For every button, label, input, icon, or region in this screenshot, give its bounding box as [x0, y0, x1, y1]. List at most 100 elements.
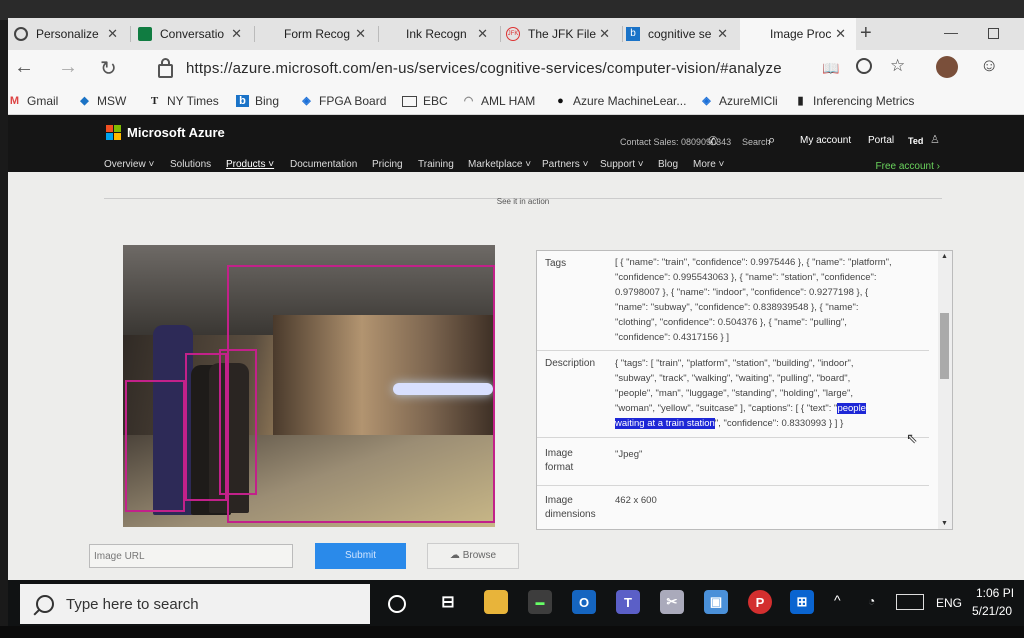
nav-marketplace[interactable]: Marketplace ˅: [468, 159, 531, 170]
monitor-bezel-bottom: [0, 626, 1024, 638]
azure-brand[interactable]: Microsoft Azure: [106, 125, 225, 140]
nav-products[interactable]: Products ˅: [226, 159, 274, 170]
nav-documentation[interactable]: Documentation: [290, 159, 357, 170]
refresh-icon[interactable]: ↻: [100, 56, 117, 81]
bookmark-bing[interactable]: b Bing: [236, 94, 279, 108]
portal-link[interactable]: Portal: [868, 135, 894, 146]
conversation-icon: [138, 27, 152, 41]
nav-overview[interactable]: Overview ˅: [104, 159, 154, 170]
search-icon[interactable]: ⌕: [768, 132, 775, 148]
nav-partners[interactable]: Partners ˅: [542, 159, 588, 170]
browse-button[interactable]: ☁ Browse: [427, 543, 519, 569]
nav-training[interactable]: Training: [418, 159, 454, 170]
new-tab-button[interactable]: +: [860, 22, 872, 45]
maximize-button[interactable]: [988, 28, 999, 39]
snipping-tool-icon[interactable]: ✂: [660, 590, 684, 614]
nav-support[interactable]: Support ˅: [600, 159, 644, 170]
scroll-down-icon[interactable]: ▼: [941, 520, 948, 527]
azure-devops-icon: ◈: [702, 95, 711, 107]
teams-icon[interactable]: T: [616, 590, 640, 614]
bookmarks-bar: M Gmail ◆ MSW T NY Times b Bing ◈ FPGA Board …: [8, 86, 1024, 115]
bookmark-azuremlcli[interactable]: ◈ AzureMICli: [700, 94, 777, 108]
bookmark-inferencing-metrics[interactable]: ▮ Inferencing Metrics: [794, 94, 914, 108]
personalize-icon: [14, 27, 28, 41]
feedback-smiley-icon[interactable]: ☺: [980, 55, 998, 76]
nav-blog[interactable]: Blog: [658, 159, 678, 170]
remote-desktop-icon[interactable]: ▣: [704, 590, 728, 614]
app-icon[interactable]: ▬: [528, 590, 552, 614]
bookmark-ebc[interactable]: EBC: [402, 94, 448, 108]
tab-ink-recognizer[interactable]: Ink Recogn ✕: [384, 18, 498, 50]
close-icon[interactable]: ✕: [477, 26, 488, 42]
powerpoint-icon[interactable]: P: [748, 590, 772, 614]
windows-taskbar: Type here to search ⊟ ▬ O T ✂ ▣ P ⊞ ^ ◔ …: [8, 580, 1024, 626]
tab-conversation[interactable]: Conversatio ✕: [138, 18, 252, 50]
close-icon[interactable]: ✕: [835, 26, 846, 42]
tab-cognitive-search[interactable]: b cognitive se ✕: [626, 18, 738, 50]
favorite-star-icon[interactable]: ☆: [890, 56, 905, 76]
taskbar-search[interactable]: Type here to search: [20, 584, 370, 624]
detection-box: [125, 380, 185, 512]
nytimes-icon: T: [150, 95, 159, 107]
tab-personalize[interactable]: Personalize ✕: [14, 18, 128, 50]
close-icon[interactable]: ✕: [231, 26, 242, 42]
zoom-icon[interactable]: [856, 58, 872, 74]
close-icon[interactable]: ✕: [599, 26, 610, 42]
nav-more[interactable]: More ˅: [693, 159, 724, 170]
url-field[interactable]: https://azure.microsoft.com/en-us/servic…: [186, 60, 782, 77]
bookmark-gmail[interactable]: M Gmail: [8, 94, 58, 108]
cortana-icon[interactable]: [388, 595, 406, 613]
divider: [537, 350, 929, 351]
wifi-icon[interactable]: ◔: [868, 594, 875, 608]
user-icon[interactable]: ♙: [930, 133, 940, 146]
submit-button[interactable]: Submit: [315, 543, 406, 569]
reading-view-icon[interactable]: 📖: [822, 60, 839, 77]
windows-store-icon[interactable]: ⊞: [790, 590, 814, 614]
tab-jfk-files[interactable]: JFK The JFK File ✕: [506, 18, 620, 50]
bookmark-fpga-board[interactable]: ◈ FPGA Board: [300, 94, 386, 108]
my-account-link[interactable]: My account: [800, 135, 851, 146]
minimize-button[interactable]: —: [944, 24, 958, 40]
scroll-up-icon[interactable]: ▲: [941, 253, 948, 260]
phone-icon[interactable]: ✆: [708, 134, 718, 148]
avatar[interactable]: [936, 56, 958, 78]
clock-time[interactable]: 1:06 PI: [976, 586, 1014, 600]
forward-arrow-icon[interactable]: →: [58, 56, 78, 79]
bookmark-nytimes[interactable]: T NY Times: [148, 94, 219, 108]
close-icon[interactable]: ✕: [107, 26, 118, 42]
tab-image-processing[interactable]: Image Proc ✕: [740, 18, 856, 50]
nav-solutions[interactable]: Solutions: [170, 159, 211, 170]
user-name[interactable]: Ted: [908, 136, 923, 146]
detection-box: [227, 265, 495, 523]
image-url-input[interactable]: Image URL: [89, 544, 293, 568]
msw-icon: ◆: [80, 95, 89, 107]
tab-form-recognizer[interactable]: Form Recog ✕: [262, 18, 376, 50]
outlook-icon[interactable]: O: [572, 590, 596, 614]
tags-label: Tags: [545, 258, 567, 269]
description-value: { "tags": [ "train", "platform", "statio…: [615, 358, 866, 429]
analyzed-image: [123, 245, 495, 527]
bookmark-msw[interactable]: ◆ MSW: [78, 94, 126, 108]
tags-value: [ { "name": "train", "confidence": 0.997…: [615, 257, 892, 343]
back-arrow-icon[interactable]: ←: [14, 56, 34, 79]
chevron-up-icon[interactable]: ^: [834, 592, 841, 608]
results-scrollbar[interactable]: ▲ ▼: [938, 251, 952, 529]
bookmark-azure-machine-learning[interactable]: ● Azure MachineLear...: [554, 94, 686, 108]
language-indicator[interactable]: ENG: [936, 596, 962, 610]
section-label: See it in action: [496, 197, 550, 206]
analysis-results-panel[interactable]: Tags [ { "name": "train", "confidence": …: [536, 250, 953, 530]
folder-icon: [402, 95, 417, 107]
nav-pricing[interactable]: Pricing: [372, 159, 403, 170]
clock-date[interactable]: 5/21/20: [972, 604, 1012, 618]
free-account-link[interactable]: Free account ›: [876, 161, 940, 172]
bookmark-aml-ham[interactable]: ◠ AML HAM: [462, 94, 536, 108]
section-divider: See it in action: [104, 197, 942, 219]
close-icon[interactable]: ✕: [717, 26, 728, 42]
search-link[interactable]: Search: [742, 137, 771, 147]
task-view-icon[interactable]: ⊟: [436, 590, 460, 614]
file-explorer-icon[interactable]: [484, 590, 508, 614]
close-icon[interactable]: ✕: [355, 26, 366, 42]
scrollbar-thumb[interactable]: [940, 313, 949, 379]
keyboard-icon[interactable]: [896, 594, 924, 610]
divider: [537, 485, 929, 486]
